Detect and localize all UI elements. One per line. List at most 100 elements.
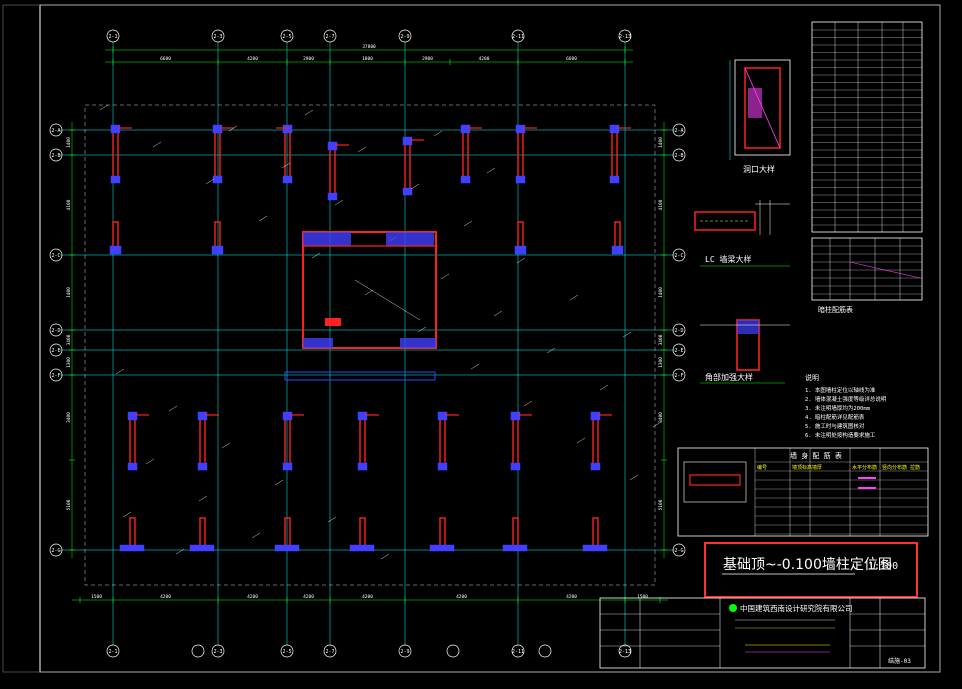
dim-label: 3400 [658, 334, 664, 345]
legend-header: 竖向分布筋 [882, 464, 907, 471]
shear-wall [462, 127, 469, 181]
embedded-column [510, 411, 521, 421]
embedded-column [110, 175, 121, 184]
lc-beam-detail: LC 墙梁大样 [694, 200, 790, 267]
shear-wall [592, 414, 599, 468]
shear-wall [439, 517, 446, 547]
opening-detail-title: 洞口大样 [743, 164, 775, 174]
leader-line [99, 104, 109, 111]
legend-header: 水平分布筋 [852, 464, 877, 471]
embedded-column [515, 175, 526, 184]
leader-line [486, 167, 496, 174]
dim-label: 1400 [66, 287, 72, 298]
axis-label-bottom: 2-9 [400, 649, 409, 655]
leader-line [417, 326, 427, 333]
axis-label-top: 2-7 [325, 34, 334, 40]
cad-drawing-canvas[interactable]: 2-1 2-1 2-3 2-3 2-5 2-5 2-7 2-7 2-9 2-9 2-11 2-11 2-… [0, 0, 962, 685]
legend-header: 拉筋 [910, 464, 920, 471]
dim-label: 4200 [160, 594, 171, 600]
dim-label: 1500 [637, 594, 648, 600]
legend-title: 墙 身 配 筋 表 [790, 451, 842, 460]
shear-wall [329, 144, 336, 198]
note-line: 5. 施工时与建筑图核对 [805, 422, 865, 430]
embedded-column [349, 544, 375, 552]
notes-heading: 说明 [805, 373, 819, 382]
note-line: 6. 未注明处按构造要求施工 [805, 431, 876, 439]
mini-table-title: 暗柱配筋表 [818, 305, 853, 314]
embedded-column [211, 245, 224, 255]
dim-label: 1400 [658, 287, 664, 298]
leader-line [145, 458, 155, 465]
dimension-lines: 37800 6600 4200 2900 1800 2900 4200 6600 1500 420… [66, 44, 668, 603]
core-wall-outline [302, 231, 437, 349]
axis-bubble-bottom [538, 644, 552, 658]
axis-label-top: 2-11 [512, 34, 524, 40]
core-column [303, 338, 333, 348]
drawing-title: 基础顶~-0.100墙柱定位图 [723, 556, 892, 573]
dim-label: 1800 [362, 56, 373, 62]
shear-wall [512, 517, 519, 547]
embedded-column [197, 411, 208, 421]
leader-line [152, 141, 162, 148]
dim-label: 3400 [66, 334, 72, 345]
axis-label-top: 2-13 [619, 34, 631, 40]
embedded-column [110, 124, 121, 134]
core-leader [354, 279, 421, 321]
leader-line [258, 215, 268, 222]
axis-label-right: 2-G [674, 548, 683, 554]
column-schedule-table [811, 21, 923, 233]
shear-wall [359, 517, 366, 547]
legend-header: 编号 [757, 464, 767, 471]
leader-line [599, 384, 609, 391]
dim-label: 5100 [66, 499, 72, 510]
leader-line [311, 252, 321, 259]
leader-line [440, 273, 450, 280]
dim-label: 4200 [247, 56, 258, 62]
shear-wall [512, 414, 519, 468]
drawing-scale: 1:100 [868, 561, 898, 572]
leader-line [622, 331, 632, 338]
embedded-column [437, 462, 448, 471]
note-line: 1. 本图墙柱定位以轴线为准 [805, 386, 876, 394]
embedded-column [609, 124, 620, 134]
corner-detail-title: 角部加强大样 [705, 372, 753, 382]
shear-wall [284, 127, 291, 181]
dim-label: 3400 [658, 412, 664, 423]
leader-line [274, 479, 284, 486]
dim-label: 4200 [303, 594, 314, 600]
axis-label-left: 2-D [51, 328, 60, 334]
axis-label-top: 2-1 [108, 34, 117, 40]
shear-wall [359, 414, 366, 468]
axis-label-bottom: 2-11 [512, 649, 524, 655]
dim-label: 4100 [658, 199, 664, 210]
dim-label: 4200 [362, 594, 373, 600]
embedded-column [429, 544, 455, 552]
shear-wall [112, 127, 119, 181]
axis-bubble-bottom [191, 644, 205, 658]
embedded-column [510, 462, 521, 471]
axis-label-bottom: 2-7 [325, 649, 334, 655]
embedded-column [357, 462, 368, 471]
leader-line [251, 532, 261, 539]
floor-plan-svg: 2-1 2-1 2-3 2-3 2-5 2-5 2-7 2-7 2-9 2-9 2-11 2-11 2-… [2, 4, 941, 673]
embedded-column [212, 124, 223, 134]
embedded-column [119, 544, 145, 552]
core-beam [284, 371, 436, 381]
leader-line [629, 474, 639, 481]
dim-label: 1300 [66, 357, 72, 368]
axis-grid: 2-1 2-1 2-3 2-3 2-5 2-5 2-7 2-7 2-9 2-9 2-11 2-11 2-… [49, 29, 686, 658]
axis-label-bottom: 2-5 [282, 649, 291, 655]
leader-line [364, 289, 374, 296]
axis-bubble-bottom [446, 644, 460, 658]
leader-line [463, 220, 473, 227]
shear-wall [129, 414, 136, 468]
leader-line [470, 363, 480, 370]
core-column [386, 232, 434, 246]
shear-wall [199, 517, 206, 547]
shear-wall [284, 517, 291, 547]
axis-label-left: 2-G [51, 548, 60, 554]
company-name: 中国建筑西南设计研究院有限公司 [740, 603, 853, 613]
embedded-column [611, 245, 624, 255]
axis-label-bottom: 2-13 [619, 649, 631, 655]
building-outline [84, 104, 656, 586]
